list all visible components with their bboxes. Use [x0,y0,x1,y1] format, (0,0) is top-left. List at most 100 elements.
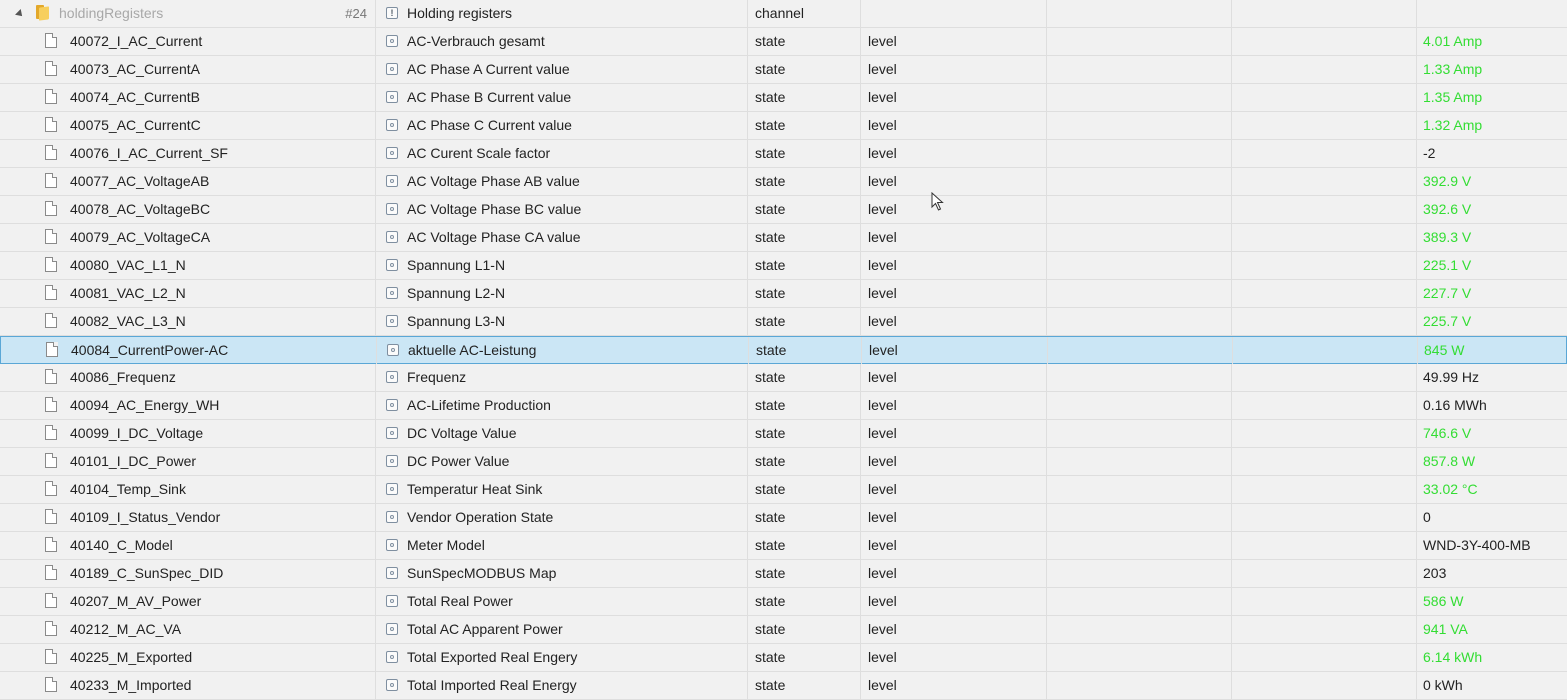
value-cell[interactable]: 1.33 Amp [1417,56,1567,83]
table-row[interactable]: 40076_I_AC_Current_SF AC Curent Scale fac… [0,140,1567,168]
state-icon [387,344,399,356]
role-cell: level [861,28,1047,55]
state-icon [386,399,398,411]
value-cell[interactable]: 586 W [1417,588,1567,615]
table-row[interactable]: 40073_AC_CurrentA AC Phase A Current valu… [0,56,1567,84]
table-row[interactable]: 40072_I_AC_Current AC-Verbrauch gesamt sta… [0,28,1567,56]
value-cell[interactable]: 845 W [1418,337,1567,364]
table-row[interactable]: 40109_I_Status_Vendor Vendor Operation St… [0,504,1567,532]
state-icon [386,147,398,159]
value-cell[interactable]: 1.35 Amp [1417,84,1567,111]
role-cell: level [861,168,1047,195]
table-row[interactable]: 40086_Frequenz Frequenz state level 49.99 Hz [0,364,1567,392]
object-name: DC Voltage Value [407,425,517,441]
collapse-arrow-icon[interactable] [15,9,25,19]
value-cell[interactable]: 0 [1417,504,1567,531]
value-cell[interactable]: 49.99 Hz [1417,364,1567,391]
table-row[interactable]: 40094_AC_Energy_WH AC-Lifetime Production… [0,392,1567,420]
object-type: state [755,509,786,525]
value-cell[interactable]: 941 VA [1417,616,1567,643]
type-cell: state [748,252,861,279]
object-role: level [868,453,897,469]
empty-cell [1233,337,1418,364]
name-cell: DC Power Value [376,448,748,475]
table-row[interactable]: 40074_AC_CurrentB AC Phase B Current valu… [0,84,1567,112]
file-icon [45,369,57,384]
file-icon [45,313,57,328]
table-row[interactable]: 40075_AC_CurrentC AC Phase C Current valu… [0,112,1567,140]
value-cell[interactable]: 857.8 W [1417,448,1567,475]
object-value: 4.01 Amp [1423,33,1483,49]
object-id: 40076_I_AC_Current_SF [70,145,228,161]
table-row[interactable]: 40099_I_DC_Voltage DC Voltage Value state l… [0,420,1567,448]
table-row[interactable]: 40081_VAC_L2_N Spannung L2-N state level 227… [0,280,1567,308]
value-cell[interactable]: 6.14 kWh [1417,644,1567,671]
empty-cell [1047,476,1232,503]
value-cell[interactable]: 225.7 V [1417,308,1567,335]
file-icon [45,173,57,188]
name-cell: DC Voltage Value [376,420,748,447]
table-row[interactable]: 40212_M_AC_VA Total AC Apparent Power stat… [0,616,1567,644]
state-icon [386,231,398,243]
file-icon [45,89,57,104]
object-value: 392.9 V [1423,173,1472,189]
value-cell[interactable]: 203 [1417,560,1567,587]
object-name: DC Power Value [407,453,510,469]
value-cell[interactable]: -2 [1417,140,1567,167]
state-icon [386,511,398,523]
role-cell: level [861,252,1047,279]
object-id: 40233_M_Imported [70,677,192,693]
object-role: level [868,61,897,77]
state-icon [386,455,398,467]
table-row[interactable]: 40189_C_SunSpec_DID SunSpecMODBUS Map stat… [0,560,1567,588]
value-cell[interactable]: 0.16 MWh [1417,392,1567,419]
object-value: 389.3 V [1423,229,1472,245]
object-type: state [755,565,786,581]
object-name: AC Curent Scale factor [407,145,551,161]
value-cell[interactable]: 0 kWh [1417,672,1567,699]
name-cell: AC Curent Scale factor [376,140,748,167]
name-cell: Total Exported Real Engery [376,644,748,671]
state-icon [386,623,398,635]
value-cell[interactable]: 4.01 Amp [1417,28,1567,55]
state-icon [386,595,398,607]
object-type: state [755,369,786,385]
table-row[interactable]: 40084_CurrentPower-AC aktuelle AC-Leistun… [0,336,1567,364]
empty-cell [1232,0,1417,27]
object-value: 225.1 V [1423,257,1472,273]
object-id: 40079_AC_VoltageCA [70,229,211,245]
table-row[interactable]: 40078_AC_VoltageBC AC Voltage Phase BC va… [0,196,1567,224]
table-row[interactable]: 40104_Temp_Sink Temperatur Heat Sink state… [0,476,1567,504]
state-icon [386,679,398,691]
table-row[interactable]: 40101_I_DC_Power DC Power Value state level… [0,448,1567,476]
object-name: Total Exported Real Engery [407,649,578,665]
value-cell[interactable]: 389.3 V [1417,224,1567,251]
name-cell: Temperatur Heat Sink [376,476,748,503]
value-cell[interactable]: 225.1 V [1417,252,1567,279]
id-cell: 40104_Temp_Sink [0,476,376,503]
value-cell[interactable]: 746.6 V [1417,420,1567,447]
object-id: 40140_C_Model [70,537,173,553]
value-cell[interactable]: 33.02 °C [1417,476,1567,503]
id-cell: 40080_VAC_L1_N [0,252,376,279]
object-type: state [755,61,786,77]
id-cell: 40207_M_AV_Power [0,588,376,615]
table-row[interactable]: 40080_VAC_L1_N Spannung L1-N state level 225… [0,252,1567,280]
value-cell[interactable]: 392.9 V [1417,168,1567,195]
table-row[interactable]: 40140_C_Model Meter Model state level WND-3Y… [0,532,1567,560]
table-row[interactable]: 40077_AC_VoltageAB AC Voltage Phase AB va… [0,168,1567,196]
object-id: 40075_AC_CurrentC [70,117,201,133]
folder-row-holding-registers[interactable]: holdingRegisters #24 ! Holding registers… [0,0,1567,28]
type-cell: state [748,532,861,559]
table-row[interactable]: 40207_M_AV_Power Total Real Power state lev… [0,588,1567,616]
value-cell[interactable]: 227.7 V [1417,280,1567,307]
table-row[interactable]: 40082_VAC_L3_N Spannung L3-N state level 225… [0,308,1567,336]
value-cell[interactable]: 392.6 V [1417,196,1567,223]
id-cell: 40233_M_Imported [0,672,376,699]
table-row[interactable]: 40079_AC_VoltageCA AC Voltage Phase CA va… [0,224,1567,252]
value-cell[interactable]: WND-3Y-400-MB [1417,532,1567,559]
value-cell[interactable]: 1.32 Amp [1417,112,1567,139]
table-row[interactable]: 40225_M_Exported Total Exported Real Enge… [0,644,1567,672]
role-cell: level [861,560,1047,587]
object-name: AC Phase B Current value [407,89,572,105]
